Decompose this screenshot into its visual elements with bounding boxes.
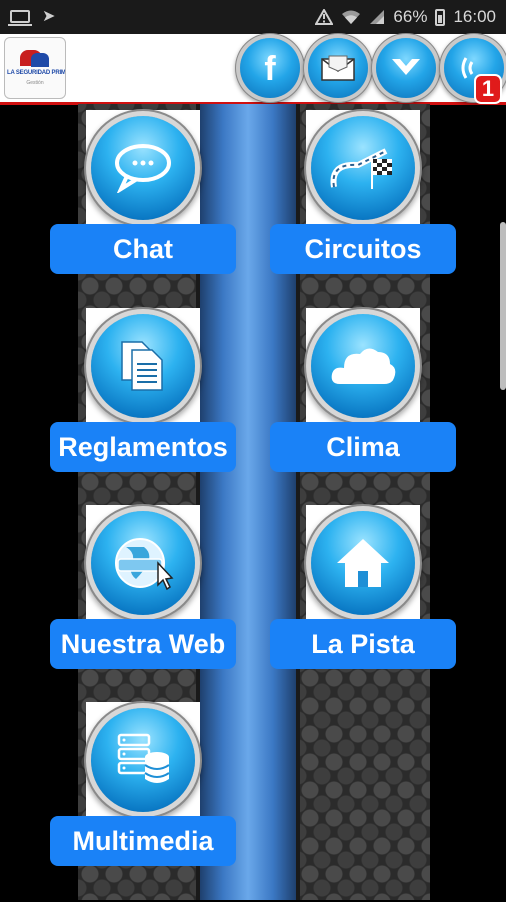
menu-item-reglamentos[interactable]: Reglamentos xyxy=(50,308,236,508)
favorite-button[interactable] xyxy=(376,38,436,98)
svg-text:f: f xyxy=(264,50,276,86)
battery-percent: 66% xyxy=(393,7,428,26)
tile-orb xyxy=(91,116,195,220)
logo-mark-blue xyxy=(31,53,49,67)
screen-icon xyxy=(8,9,32,26)
home-icon xyxy=(337,539,389,587)
menu-label[interactable]: La Pista xyxy=(270,619,456,669)
chat-icon xyxy=(115,144,171,193)
menu-label[interactable]: Multimedia xyxy=(50,816,236,866)
app-logo[interactable]: LA SEGURIDAD PRIMERO Gestión xyxy=(4,37,66,99)
app-header: LA SEGURIDAD PRIMERO Gestión f 1 xyxy=(0,34,506,105)
logo-subtext: Gestión xyxy=(26,80,44,86)
signal-icon xyxy=(370,10,385,24)
battery-icon xyxy=(435,8,446,26)
menu-item-clima[interactable]: Clima xyxy=(270,308,456,508)
menu-item-chat[interactable]: Chat xyxy=(50,110,236,310)
status-bar: ➤ 66% 16:00 xyxy=(0,0,506,34)
menu-label[interactable]: Circuitos xyxy=(270,224,456,274)
tile-orb xyxy=(91,708,195,812)
menu-item-multimedia[interactable]: Multimedia xyxy=(50,702,236,902)
mail-button[interactable] xyxy=(308,38,368,98)
database-icon xyxy=(117,733,170,783)
heart-icon xyxy=(392,59,420,75)
cloud-icon xyxy=(331,348,396,384)
menu-label[interactable]: Clima xyxy=(270,422,456,472)
notification-badge: 1 xyxy=(474,74,502,104)
menu-label[interactable]: Reglamentos xyxy=(50,422,236,472)
tile-orb xyxy=(311,511,415,615)
menu-label[interactable]: Nuestra Web xyxy=(50,619,236,669)
globe-icon xyxy=(115,538,174,591)
facebook-button[interactable]: f xyxy=(240,38,300,98)
tile-orb xyxy=(91,314,195,418)
mail-icon xyxy=(321,55,355,81)
wifi-icon xyxy=(342,10,361,24)
send-icon: ➤ xyxy=(42,8,56,25)
race-track-icon xyxy=(330,148,392,189)
tile-orb xyxy=(311,314,415,418)
clock: 16:00 xyxy=(453,7,496,26)
alert-icon xyxy=(315,9,334,25)
facebook-icon: f xyxy=(264,50,276,86)
documents-icon xyxy=(121,341,163,391)
scrollbar[interactable] xyxy=(500,222,506,390)
menu-item-la-pista[interactable]: La Pista xyxy=(270,505,456,705)
menu-label[interactable]: Chat xyxy=(50,224,236,274)
menu-item-nuestra-web[interactable]: Nuestra Web xyxy=(50,505,236,705)
logo-text: LA SEGURIDAD PRIMERO xyxy=(7,70,66,76)
tile-orb xyxy=(311,116,415,220)
tile-orb xyxy=(91,511,195,615)
menu-item-circuitos[interactable]: Circuitos xyxy=(270,110,456,310)
